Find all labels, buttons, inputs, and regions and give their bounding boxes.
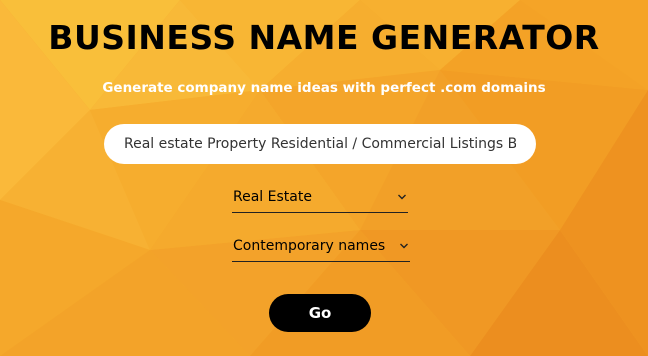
hero-section: BUSINESS NAME GENERATOR Generate company… xyxy=(0,0,648,356)
chevron-down-icon xyxy=(398,194,406,200)
business-keywords-input[interactable] xyxy=(124,124,516,164)
name-style-select[interactable]: Contemporary names xyxy=(232,236,410,262)
name-style-select-value: Contemporary names xyxy=(233,238,386,254)
industry-select[interactable]: Real Estate xyxy=(232,187,408,213)
page-subtitle: Generate company name ideas with perfect… xyxy=(102,80,546,96)
business-keywords-field[interactable] xyxy=(104,124,536,164)
page-title: BUSINESS NAME GENERATOR xyxy=(48,18,600,57)
chevron-down-icon xyxy=(400,243,408,249)
industry-select-value: Real Estate xyxy=(233,189,312,205)
go-button[interactable]: Go xyxy=(269,294,371,332)
